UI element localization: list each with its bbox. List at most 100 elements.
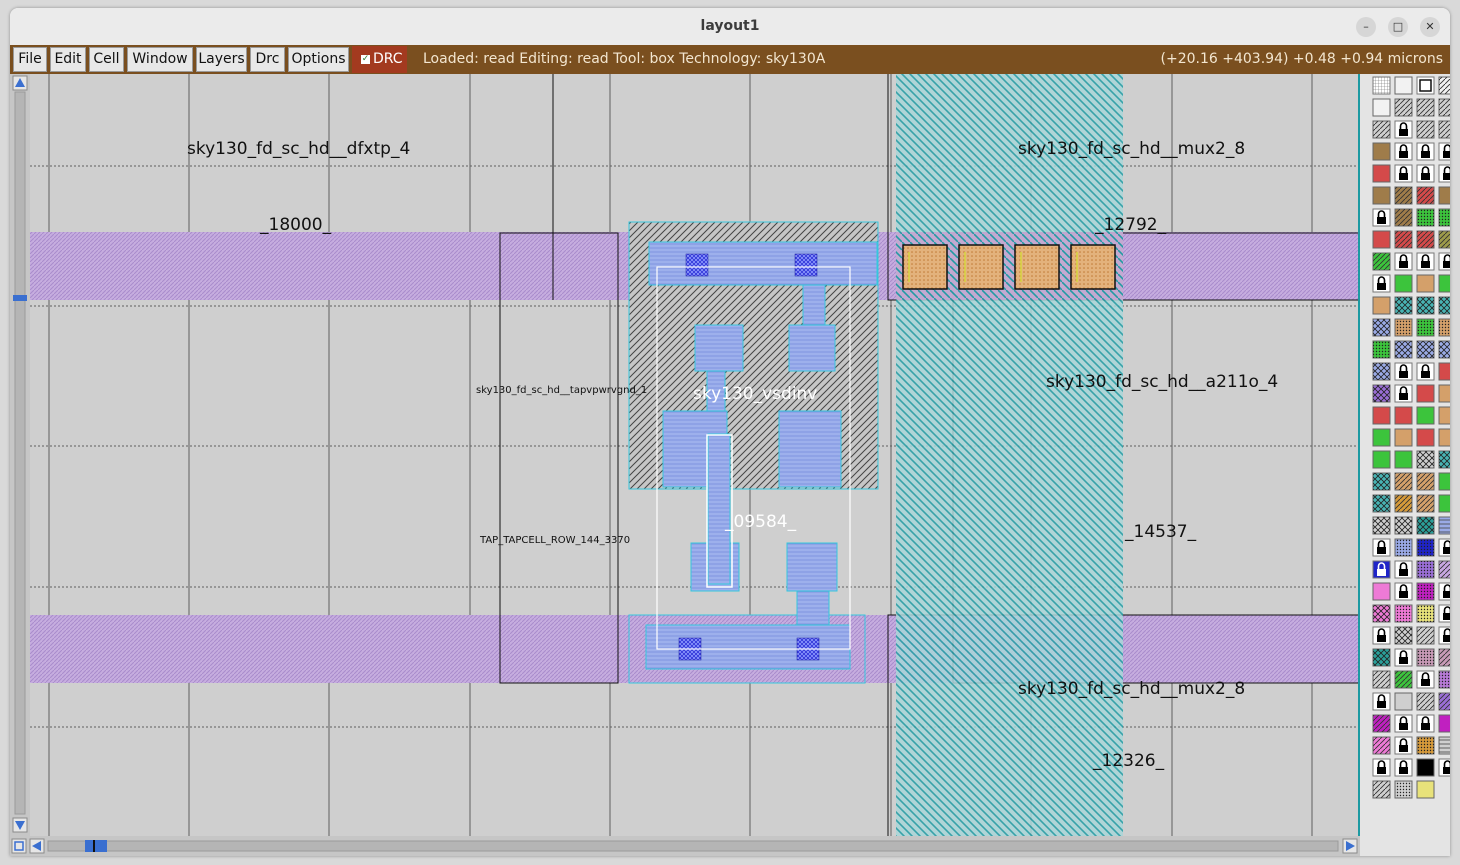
lock-icon[interactable]: [1438, 538, 1450, 557]
layer-swatch-teal-x[interactable]: [1416, 516, 1435, 535]
layer-swatch-cyan-x[interactable]: [1372, 472, 1391, 491]
layer-swatch-white-solid[interactable]: [1372, 98, 1391, 117]
layer-swatch-blue-x[interactable]: [1438, 340, 1450, 359]
layer-swatch-blue-x[interactable]: [1372, 318, 1391, 337]
lock-icon[interactable]: [1394, 648, 1413, 667]
horizontal-scrollbar[interactable]: [10, 836, 1360, 856]
layer-swatch-yellow-dots[interactable]: [1416, 604, 1435, 623]
layer-swatch-cyan-x[interactable]: [1372, 494, 1391, 513]
lock-icon[interactable]: [1394, 142, 1413, 161]
lock-icon[interactable]: [1438, 582, 1450, 601]
layer-swatch-green-dots[interactable]: [1438, 208, 1450, 227]
lock-icon[interactable]: [1394, 384, 1413, 403]
layer-swatch-red-solid[interactable]: [1394, 406, 1413, 425]
layer-swatch-green-solid[interactable]: [1438, 274, 1450, 293]
layer-swatch-green-solid[interactable]: [1394, 450, 1413, 469]
layer-swatch-blue-x[interactable]: [1394, 340, 1413, 359]
layer-swatch-green-dots[interactable]: [1416, 318, 1435, 337]
layer-swatch-brown-solid[interactable]: [1438, 186, 1450, 205]
layer-swatch-gray-solid[interactable]: [1394, 692, 1413, 711]
layer-swatch-gray-x[interactable]: [1416, 450, 1435, 469]
layer-swatch-orange-diag[interactable]: [1394, 494, 1413, 513]
layer-swatch-gray-diag[interactable]: [1372, 120, 1391, 139]
layer-swatch-red-solid[interactable]: [1372, 406, 1391, 425]
layer-swatch-magenta-diag[interactable]: [1372, 714, 1391, 733]
layer-swatch-tan-dots[interactable]: [1438, 318, 1450, 337]
maximize-button[interactable]: □: [1388, 17, 1408, 37]
lock-icon[interactable]: [1416, 142, 1435, 161]
layer-swatch-tan-solid[interactable]: [1438, 428, 1450, 447]
layer-swatch-tan-dots[interactable]: [1394, 318, 1413, 337]
layer-swatch-pink-diag[interactable]: [1372, 736, 1391, 755]
layer-swatch-mauve-dots[interactable]: [1416, 648, 1435, 667]
layer-swatch-red-solid[interactable]: [1438, 362, 1450, 381]
layer-swatch-lilac-diag[interactable]: [1438, 560, 1450, 579]
layer-swatch-cyan-x[interactable]: [1438, 296, 1450, 315]
layer-swatch-green-solid[interactable]: [1372, 450, 1391, 469]
lock-icon[interactable]: [1394, 560, 1413, 579]
layer-swatch-white-diag[interactable]: [1438, 76, 1450, 95]
layer-swatch-green-solid[interactable]: [1372, 428, 1391, 447]
layer-swatch-green-solid[interactable]: [1394, 274, 1413, 293]
layer-swatch-gray-diag[interactable]: [1416, 98, 1435, 117]
layer-swatch-box[interactable]: [1416, 76, 1435, 95]
menu-file[interactable]: File: [13, 47, 47, 72]
layer-swatch-navy-dots[interactable]: [1416, 538, 1435, 557]
lock-icon[interactable]: [1438, 758, 1450, 777]
lock-icon[interactable]: [1416, 670, 1435, 689]
layer-swatch-grid[interactable]: [1372, 76, 1391, 95]
layer-swatch-white-solid[interactable]: [1394, 76, 1413, 95]
layer-swatch-gray-lines[interactable]: [1438, 736, 1450, 755]
lock-icon[interactable]: [1394, 164, 1413, 183]
lock-icon[interactable]: [1372, 560, 1391, 579]
layer-swatch-gray-diag[interactable]: [1372, 780, 1391, 799]
layer-swatch-purple-x[interactable]: [1372, 384, 1391, 403]
layer-swatch-red-solid[interactable]: [1416, 428, 1435, 447]
layer-swatch-gray-diag[interactable]: [1372, 670, 1391, 689]
layer-swatch-gray-diag[interactable]: [1416, 692, 1435, 711]
menu-options[interactable]: Options: [288, 47, 349, 72]
lock-icon[interactable]: [1372, 692, 1391, 711]
layer-swatch-blue-lines[interactable]: [1438, 516, 1450, 535]
layer-swatch-brown-solid[interactable]: [1372, 186, 1391, 205]
layer-swatch-tan-solid[interactable]: [1372, 296, 1391, 315]
layer-swatch-green-dots[interactable]: [1372, 340, 1391, 359]
layer-swatch-green-solid[interactable]: [1416, 406, 1435, 425]
layer-swatch-gray-dots[interactable]: [1394, 780, 1413, 799]
layer-swatch-pink-dots[interactable]: [1394, 604, 1413, 623]
lock-icon[interactable]: [1416, 714, 1435, 733]
lock-icon[interactable]: [1438, 626, 1450, 645]
lock-icon[interactable]: [1372, 538, 1391, 557]
layer-swatch-pink-x[interactable]: [1372, 604, 1391, 623]
layer-swatch-green-diag[interactable]: [1394, 670, 1413, 689]
lock-icon[interactable]: [1438, 142, 1450, 161]
lock-icon[interactable]: [1394, 252, 1413, 271]
menu-layers[interactable]: Layers: [196, 47, 247, 72]
lock-icon[interactable]: [1438, 164, 1450, 183]
layer-swatch-cyan-x[interactable]: [1438, 450, 1450, 469]
vertical-scrollbar[interactable]: [10, 74, 30, 836]
layer-swatch-green-solid[interactable]: [1438, 472, 1450, 491]
layer-swatch-gray-diag[interactable]: [1394, 98, 1413, 117]
menu-cell[interactable]: Cell: [89, 47, 124, 72]
lock-icon[interactable]: [1394, 582, 1413, 601]
close-button[interactable]: ✕: [1420, 17, 1440, 37]
layer-swatch-mauve-diag[interactable]: [1438, 648, 1450, 667]
drc-toggle[interactable]: ✓ DRC: [352, 46, 407, 73]
layer-swatch-olive-diag[interactable]: [1438, 230, 1450, 249]
layer-swatch-cyan-x[interactable]: [1394, 296, 1413, 315]
layer-swatch-brown-diag[interactable]: [1394, 208, 1413, 227]
layer-swatch-cyan-x[interactable]: [1416, 296, 1435, 315]
layer-swatch-pink-solid[interactable]: [1372, 582, 1391, 601]
lock-icon[interactable]: [1416, 362, 1435, 381]
layer-swatch-brown-diag[interactable]: [1394, 186, 1413, 205]
layer-swatch-gray-diag[interactable]: [1438, 98, 1450, 117]
layer-swatch-gray-x[interactable]: [1372, 516, 1391, 535]
layer-swatch-yellow-solid[interactable]: [1416, 780, 1435, 799]
lock-icon[interactable]: [1438, 252, 1450, 271]
layer-swatch-gray-diag[interactable]: [1416, 120, 1435, 139]
lock-icon[interactable]: [1394, 120, 1413, 139]
lock-icon[interactable]: [1394, 736, 1413, 755]
layer-swatch-blue-x[interactable]: [1416, 340, 1435, 359]
lock-icon[interactable]: [1372, 274, 1391, 293]
